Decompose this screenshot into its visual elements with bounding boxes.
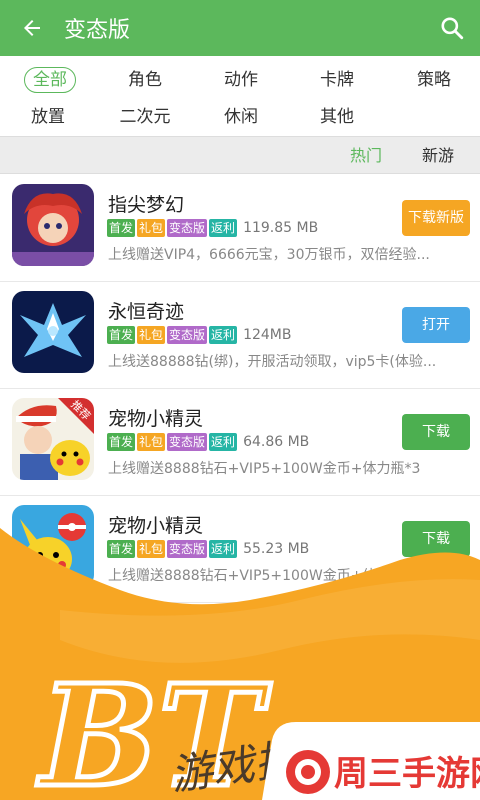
game-icon: [12, 184, 94, 266]
game-name: 宠物小精灵: [108, 515, 204, 537]
tag-gift: 礼包: [137, 326, 166, 344]
tag-rebate: 返利: [209, 540, 238, 558]
tag-bt-version: 变态版: [167, 540, 208, 558]
category-filter: 全部 角色 动作 卡牌 策略 放置 二次元 休闲 其他: [0, 56, 480, 136]
page-title: 变态版: [64, 18, 131, 43]
list-item[interactable]: 推荐 宠物小精灵 首发 礼包 变态版 返利 64.86 MB 上线赠送8888钻…: [0, 390, 480, 496]
list-item[interactable]: 永恒奇迹 首发 礼包 变态版 返利 124MB 上线送88888钻(绑)，开服活…: [0, 283, 480, 389]
category-role[interactable]: 角色: [97, 65, 193, 95]
file-size: 64.86 MB: [243, 434, 310, 450]
file-size: 55.23 MB: [243, 541, 310, 557]
game-description: 上线赠送8888钻石+VIP5+100W金币+体力瓶*3: [108, 461, 421, 477]
download-button[interactable]: 下载: [402, 414, 470, 450]
brand-name: 周三手游网: [334, 754, 480, 794]
file-size: 119.85 MB: [243, 220, 319, 236]
back-button[interactable]: [0, 0, 64, 56]
tag-row: 首发 礼包 变态版 返利 124MB: [107, 326, 291, 344]
download-new-button[interactable]: 下载新版: [402, 200, 470, 236]
game-name: 永恒奇迹: [108, 301, 185, 323]
game-icon: [12, 291, 94, 373]
category-other[interactable]: 其他: [289, 102, 385, 132]
sort-bar: 热门 新游: [0, 136, 480, 174]
search-button[interactable]: [424, 0, 480, 56]
tag-first-release: 首发: [107, 326, 136, 344]
tag-rebate: 返利: [209, 219, 238, 237]
tag-rebate: 返利: [209, 433, 238, 451]
category-action[interactable]: 动作: [193, 65, 289, 95]
sort-new[interactable]: 新游: [422, 137, 454, 175]
tag-first-release: 首发: [107, 433, 136, 451]
category-all[interactable]: 全部: [2, 65, 98, 95]
bt-logo-text: BT: [36, 655, 271, 800]
game-description: 上线送88888钻(绑)，开服活动领取，vip5卡(体验...: [108, 354, 437, 370]
file-size: 124MB: [243, 327, 292, 343]
game-name: 指尖梦幻: [108, 194, 185, 216]
game-description: 上线赠送8888钻石+VIP5+100W金币+体力瓶*3: [108, 568, 421, 584]
game-icon: [12, 505, 94, 587]
game-icon: 推荐: [12, 398, 94, 480]
download-button[interactable]: 下载: [402, 521, 470, 557]
list-item[interactable]: 宠物小精灵 首发 礼包 变态版 返利 55.23 MB 上线赠送8888钻石+V…: [0, 497, 480, 603]
category-strategy[interactable]: 策略: [386, 65, 480, 95]
game-description: 上线赠送VIP4，6666元宝，30万银币，双倍经验...: [108, 247, 430, 263]
category-card[interactable]: 卡牌: [289, 65, 385, 95]
tag-bt-version: 变态版: [167, 326, 208, 344]
category-anime[interactable]: 二次元: [97, 102, 193, 132]
category-idle[interactable]: 放置: [0, 102, 96, 132]
tag-rebate: 返利: [209, 326, 238, 344]
tag-row: 首发 礼包 变态版 返利 64.86 MB: [107, 433, 309, 451]
search-icon: [441, 17, 464, 40]
app-header: 变态版: [0, 0, 480, 56]
arrow-left-icon: [24, 20, 40, 36]
tag-row: 首发 礼包 变态版 返利 119.85 MB: [107, 219, 318, 237]
tag-first-release: 首发: [107, 540, 136, 558]
tag-gift: 礼包: [137, 540, 166, 558]
game-name: 宠物小精灵: [108, 408, 204, 430]
tag-bt-version: 变态版: [167, 219, 208, 237]
tag-first-release: 首发: [107, 219, 136, 237]
tag-gift: 礼包: [137, 433, 166, 451]
tag-row: 首发 礼包 变态版 返利 55.23 MB: [107, 540, 309, 558]
tag-bt-version: 变态版: [167, 433, 208, 451]
sort-hot[interactable]: 热门: [350, 137, 382, 175]
category-casual[interactable]: 休闲: [193, 102, 289, 132]
tag-gift: 礼包: [137, 219, 166, 237]
slogan-text: 游戏排行榜: [168, 721, 388, 799]
open-button[interactable]: 打开: [402, 307, 470, 343]
list-item[interactable]: 指尖梦幻 首发 礼包 变态版 返利 119.85 MB 上线赠送VIP4，666…: [0, 176, 480, 282]
